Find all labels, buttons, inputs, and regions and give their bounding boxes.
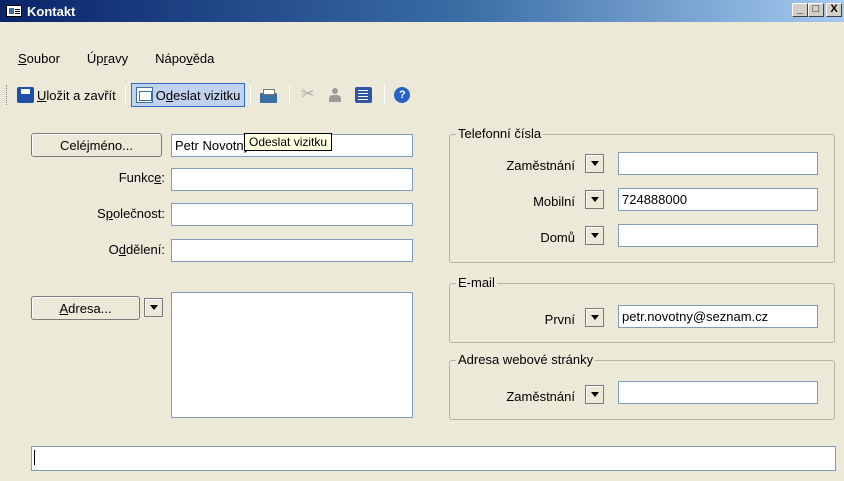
help-button[interactable]: ? [390,83,417,107]
chevron-down-icon [590,233,599,238]
email-field[interactable]: petr.novotny@seznam.cz [618,305,818,328]
phone-group-title: Telefonní čísla [456,126,544,141]
window-controls: _ □ X [792,3,842,17]
text-caret [34,450,35,465]
home-phone-dropdown[interactable] [585,226,604,245]
toolbar-separator [124,85,126,105]
contact-icon [327,87,344,103]
vcard-icon [135,87,153,103]
window-titlebar[interactable]: Kontakt _ □ X [0,0,844,22]
mobile-phone-label: Mobilní [533,194,575,209]
toolbar: Uložit a zavřít Odeslat vizitku ✂ ? [0,79,844,111]
chevron-down-icon [590,197,599,202]
notes-field[interactable] [31,446,836,471]
save-close-button[interactable]: Uložit a zavřít [13,83,120,107]
work-phone-dropdown[interactable] [585,154,604,173]
menu-soubor[interactable]: Soubor [9,51,69,66]
function-field[interactable] [171,168,413,191]
window-title: Kontakt [27,3,76,19]
email-group-title: E-mail [456,275,497,290]
chevron-down-icon [590,161,599,166]
send-card-tooltip: Odeslat vizitku [244,133,333,151]
chevron-down-icon [149,305,158,310]
close-button[interactable]: X [826,3,842,17]
address-textarea[interactable] [171,292,413,418]
chevron-down-icon [590,392,599,397]
menu-bar: Soubor Úpravy Nápověda [0,46,223,70]
print-icon [260,89,278,103]
minimize-button[interactable]: _ [792,3,808,17]
contact-button[interactable] [323,83,351,107]
email-label: První [544,312,575,327]
department-label: Oddělení: [108,242,165,257]
work-phone-label: Zaměstnání [506,158,575,173]
web-group-title: Adresa webové stránky [456,352,596,367]
web-label: Zaměstnání [506,389,575,404]
function-label: Funkce: [118,170,165,185]
full-name-button[interactable]: Celé j méno... [31,133,162,157]
help-icon: ? [394,87,411,103]
cut-icon: ✂ [301,86,315,103]
toolbar-separator [384,85,386,105]
mobile-phone-dropdown[interactable] [585,190,604,209]
cut-button[interactable]: ✂ [295,83,323,107]
chevron-down-icon [590,315,599,320]
web-type-dropdown[interactable] [585,385,604,404]
toolbar-separator [289,85,291,105]
address-book-icon [355,87,373,103]
menu-upravy[interactable]: Úpravy [78,51,137,66]
toolbar-grip[interactable] [6,85,9,105]
company-field[interactable] [171,203,413,226]
work-phone-field[interactable] [618,152,818,175]
home-phone-label: Domů [540,230,575,245]
maximize-button[interactable]: □ [808,3,824,17]
save-icon [17,87,34,103]
web-address-field[interactable] [618,381,818,404]
toolbar-separator [250,85,252,105]
menu-napoveda[interactable]: Nápověda [146,51,223,66]
address-book-button[interactable] [351,83,379,107]
send-card-button[interactable]: Odeslat vizitku [130,83,246,107]
email-type-dropdown[interactable] [585,308,604,327]
home-phone-field[interactable] [618,224,818,247]
contact-card-icon [6,5,22,17]
department-field[interactable] [171,239,413,262]
company-label: Společnost: [97,206,165,221]
send-card-label: Odeslat vizitku [155,87,241,103]
address-button[interactable]: Adresa... [31,296,140,320]
address-type-dropdown[interactable] [144,298,163,317]
save-close-label: Uložit a zavřít [37,87,116,103]
mobile-phone-field[interactable]: 724888000 [618,188,818,211]
print-button[interactable] [256,83,284,107]
